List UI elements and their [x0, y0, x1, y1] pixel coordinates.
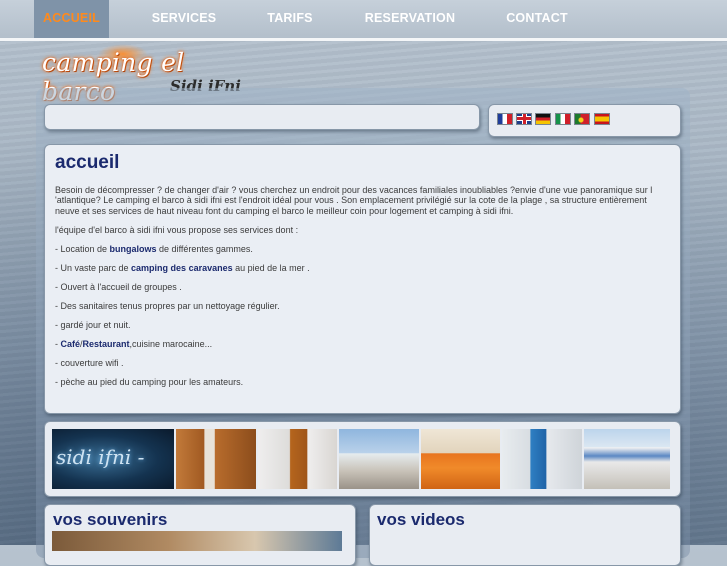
gallery-photo-1[interactable] — [176, 429, 256, 489]
main-nav: ACCUEIL SERVICES TARIFS RESERVATION CONT… — [0, 0, 727, 41]
service-item: - Des sanitaires tenus propres par un ne… — [55, 300, 280, 311]
nav-contact[interactable]: CONTACT — [498, 0, 576, 38]
videos-title: vos videos — [377, 510, 465, 529]
souvenirs-photo[interactable] — [52, 531, 342, 551]
souvenirs-title: vos souvenirs — [53, 510, 168, 529]
service-item: - Café/Restaurant,cuisine marocaine... — [55, 338, 213, 349]
gallery-photo-4[interactable] — [421, 429, 500, 489]
service-item: - couverture wifi . — [55, 357, 124, 368]
gallery-photo-3[interactable] — [339, 429, 419, 489]
page-title: accueil — [55, 152, 120, 173]
nav-reservation[interactable]: RESERVATION — [358, 0, 462, 38]
restaurant-link[interactable]: Restaurant — [83, 339, 130, 349]
intro-paragraph: Besoin de décompresser ? de changer d'ai… — [55, 185, 653, 216]
flag-es-icon[interactable] — [594, 113, 610, 125]
camping-caravanes-link[interactable]: camping des caravanes — [131, 263, 233, 273]
service-item: - Un vaste parc de camping des caravanes… — [55, 262, 310, 273]
nav-services[interactable]: SERVICES — [140, 0, 228, 38]
services-lead: l'équipe d'el barco à sidi ifni vous pro… — [55, 224, 299, 235]
gallery-photo-2[interactable] — [258, 429, 337, 489]
service-item: - Ouvert à l'accueil de groupes . — [55, 281, 182, 292]
top-bar-panel — [44, 104, 480, 130]
service-item: - pèche au pied du camping pour les amat… — [55, 376, 244, 387]
flag-uk-icon[interactable] — [516, 113, 532, 125]
flag-fr-icon[interactable] — [497, 113, 513, 125]
nav-tarifs[interactable]: TARIFS — [256, 0, 324, 38]
bungalows-link[interactable]: bungalows — [110, 244, 157, 254]
content-body: Besoin de décompresser ? de changer d'ai… — [55, 185, 673, 396]
flag-it-icon[interactable] — [555, 113, 571, 125]
gallery-photo-5[interactable] — [502, 429, 582, 489]
cafe-link[interactable]: Café — [61, 339, 81, 349]
service-item: - Location de bungalows de différentes g… — [55, 243, 253, 254]
gallery-banner[interactable]: sidi ifni - — [52, 429, 174, 489]
gallery-photo-6[interactable] — [584, 429, 670, 489]
nav-accueil[interactable]: ACCUEIL — [34, 0, 109, 38]
flag-de-icon[interactable] — [535, 113, 551, 125]
service-item: - gardé jour et nuit. — [55, 319, 131, 330]
gallery-banner-text: sidi ifni - — [56, 445, 145, 469]
flag-pt-icon[interactable] — [574, 113, 590, 125]
